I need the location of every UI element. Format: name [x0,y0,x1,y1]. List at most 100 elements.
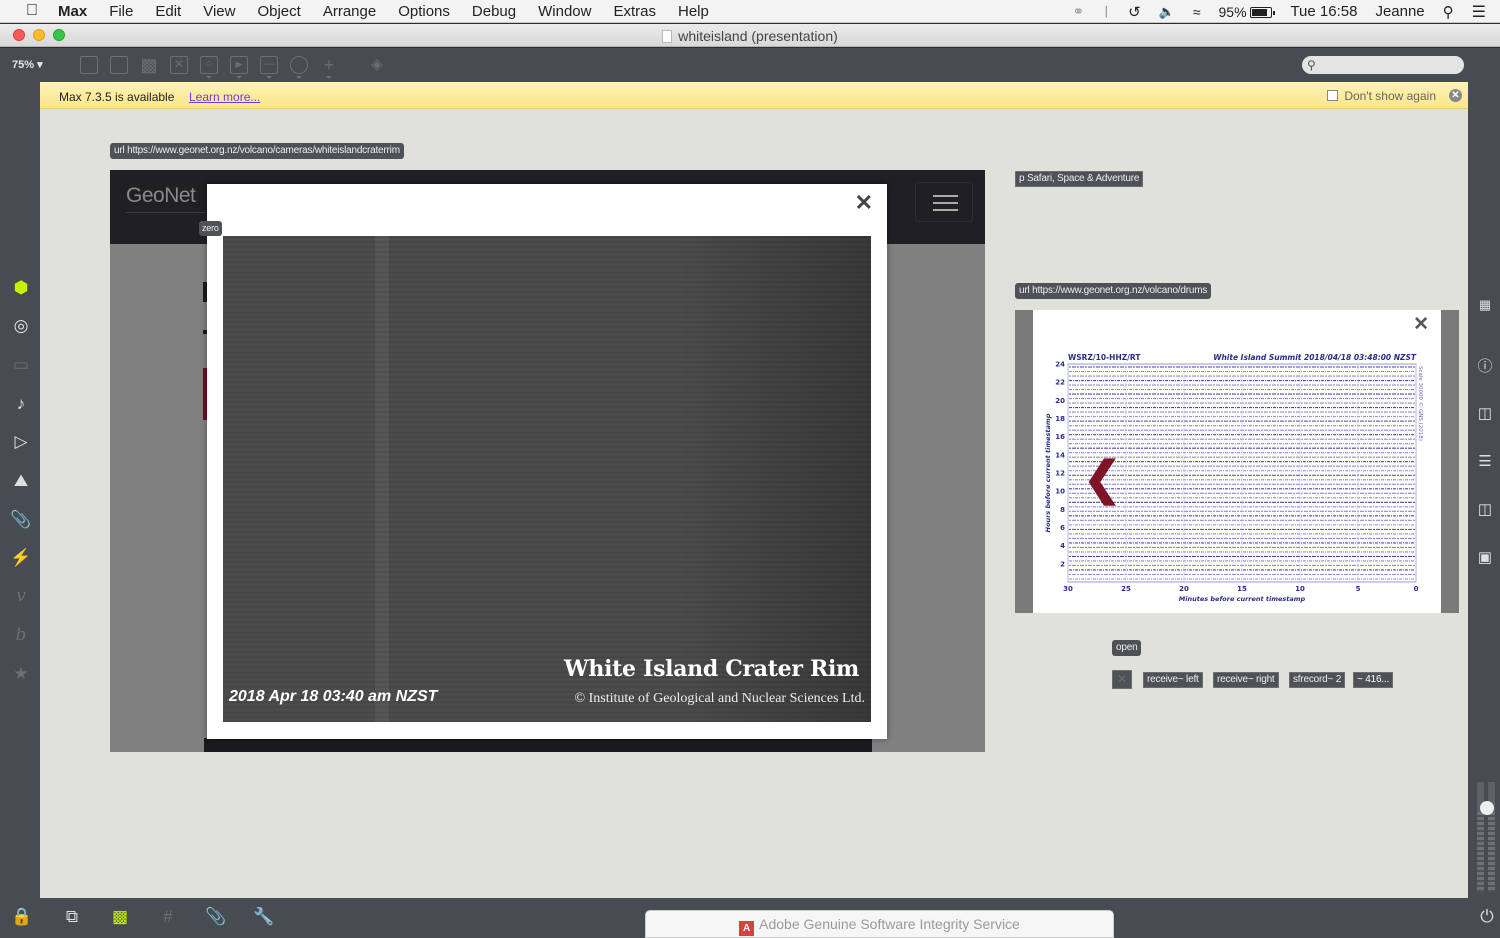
y-tick-label: 22 [1055,379,1065,387]
y-tick-label: 10 [1055,488,1065,496]
toggle-icon[interactable]: ✕ [170,56,188,74]
receive-left-object[interactable]: receive~ left [1143,672,1203,688]
menu-object[interactable]: Object [257,3,300,20]
beap-icon[interactable]: b [10,624,32,646]
image-icon[interactable]: ⛰ [10,470,32,492]
volume-icon[interactable]: 🔈 [1159,4,1175,20]
y-tick-label: 4 [1060,542,1065,550]
menu-window[interactable]: Window [538,3,591,20]
slider-object-icon[interactable]: — [260,56,278,74]
preset-message[interactable]: p Safari, Space & Adventure [1015,171,1144,187]
camera-web-view[interactable]: GeoNet ✕ White Island Crater Rim © Insti… [110,170,985,752]
add-dependency-icon[interactable]: 📎 [205,906,227,928]
grid-icon[interactable]: ▦ [1475,295,1495,315]
chevron-down-icon [296,76,302,79]
sfrecord-object[interactable]: sfrecord~ 2 [1289,672,1346,688]
menu-help[interactable]: Help [678,3,709,20]
close-icon[interactable]: ✕ [855,190,873,216]
menu-options[interactable]: Options [398,3,450,20]
zoom-menu[interactable]: 75% ▾ [12,58,43,71]
clock[interactable]: Tue 16:58 [1290,3,1357,20]
chevron-down-icon [236,76,242,79]
close-banner-icon[interactable]: ✕ [1449,89,1462,102]
lock-icon[interactable]: 🔒 [11,906,33,928]
y-tick-label: 14 [1055,451,1065,459]
camera-title: White Island Crater Rim [564,656,859,682]
menu-arrange[interactable]: Arrange [323,3,376,20]
reference-book-icon[interactable]: ◫ [1475,404,1495,424]
device-icon[interactable]: ▭ [10,354,32,376]
url-camera-message[interactable]: url https://www.geonet.org.nz/volcano/ca… [110,143,404,159]
video-icon[interactable]: ▷ [10,431,32,453]
chevron-down-icon [326,76,332,79]
comment-icon[interactable]: ▩ [140,56,158,74]
right-sidebar: ▦ ⓘ ◫ ☰ ◫ ▣ [1468,82,1500,898]
menu-max[interactable]: Max [58,3,87,20]
message-icon[interactable] [110,56,128,74]
user-name[interactable]: Jeanne [1375,3,1424,20]
star-icon[interactable]: ★ [10,663,32,685]
list-icon[interactable]: ☰ [1475,452,1495,472]
zoom-level: 75% [12,59,35,71]
url-drums-message[interactable]: url https://www.geonet.org.nz/volcano/dr… [1015,283,1212,299]
wrench-icon[interactable]: 🔧 [253,906,275,928]
apple-icon[interactable]:  [22,2,42,20]
paperclip-icon[interactable]: 📎 [10,509,32,531]
geonet-logo[interactable]: GeoNet [126,184,196,208]
time-machine-icon[interactable]: ↺ [1128,3,1141,21]
toggle-object[interactable]: ✕ [1112,670,1132,689]
new-object-icon[interactable] [80,56,98,74]
notification-center-icon[interactable]: ☰ [1472,2,1486,22]
battery-status[interactable]: 95% [1218,3,1276,20]
open-message[interactable]: open [1112,640,1142,656]
close-icon[interactable]: ✕ [1413,313,1429,336]
package-icon[interactable]: ⬢ [10,277,32,299]
dial-object-icon[interactable] [290,56,308,74]
spotlight-icon[interactable]: ⚲ [1443,3,1454,21]
bluetooth-icon[interactable]: ᛁ [1102,4,1110,19]
search-input[interactable]: ⚲ [1302,56,1464,74]
power-icon[interactable]: ⏻ [1476,906,1498,928]
play-object-icon[interactable]: ▶ [230,56,248,74]
battery-percent: 95% [1218,3,1247,20]
button-object-icon[interactable]: ○ [200,56,218,74]
menu-bar:  Max File Edit View Object Arrange Opti… [0,0,1500,23]
paint-bucket-icon[interactable]: ◈ [368,56,386,74]
menu-file[interactable]: File [109,3,133,20]
update-message: Max 7.3.5 is available [59,90,175,104]
info-icon[interactable]: ⓘ [1475,357,1495,377]
x-tick-label: 5 [1356,585,1361,593]
dont-show-again-checkbox[interactable] [1327,90,1339,101]
menu-view[interactable]: View [203,3,235,20]
receive-right-object[interactable]: receive~ right [1213,672,1279,688]
menu-extras[interactable]: Extras [613,3,656,20]
grid-icon[interactable]: # [157,906,179,928]
update-banner: Max 7.3.5 is available Learn more... Don… [40,82,1468,109]
crater-camera-image[interactable]: White Island Crater Rim © Institute of G… [223,236,871,722]
vizzie-icon[interactable]: v [10,585,32,607]
presentation-icon[interactable]: ▩ [109,906,131,928]
dont-show-again[interactable]: Don't show again [1327,89,1436,103]
hamburger-menu-icon[interactable] [915,182,973,222]
book-icon[interactable]: ◫ [1475,500,1495,520]
window-title-text: whiteisland (presentation) [678,28,838,44]
menu-debug[interactable]: Debug [472,3,516,20]
windows-icon[interactable]: ⧉ [61,906,83,928]
wifi-icon[interactable]: ≈ [1193,4,1201,20]
signal-number-object[interactable]: ~ 416... [1353,672,1394,688]
adobe-notification[interactable]: A Adobe Genuine Software Integrity Servic… [645,910,1114,938]
menu-edit[interactable]: Edit [155,3,181,20]
chevron-left-icon[interactable]: ❮ [1083,455,1122,501]
gain-slider-handle[interactable] [1480,801,1494,815]
search-icon: ⚲ [1307,58,1316,72]
learn-more-link[interactable]: Learn more... [189,90,260,104]
creative-cloud-icon[interactable]: ⚭ [1073,3,1085,20]
add-object-icon[interactable]: + [320,56,338,74]
plug-icon[interactable]: ⚡ [10,547,32,569]
music-note-icon[interactable]: ♪ [10,393,32,415]
camera-modal: ✕ White Island Crater Rim © Institute of… [207,184,887,739]
drums-web-view[interactable]: 30 25 20 15 10 5 0 2 4 6 8 10 12 14 16 18 20 22 24 WSRZ/10-… [1015,310,1459,613]
camera-icon[interactable]: ▣ [1475,548,1495,568]
zero-message[interactable]: zero [199,221,222,236]
target-icon[interactable]: ◎ [10,315,32,337]
